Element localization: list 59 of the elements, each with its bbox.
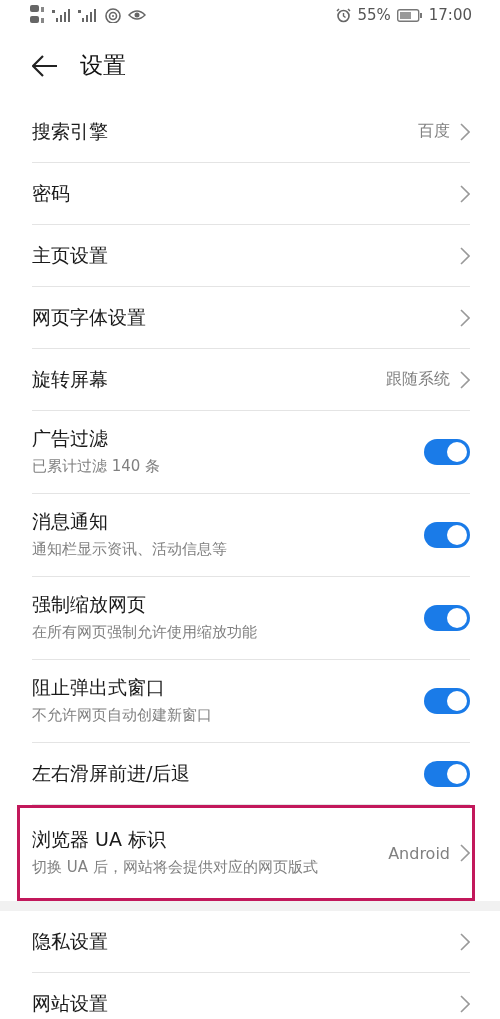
setting-title: 浏览器 UA 标识	[32, 827, 167, 853]
chevron-right-icon	[460, 184, 470, 203]
toggle-switch[interactable]	[424, 522, 470, 548]
chevron-right-icon	[460, 370, 470, 389]
clock-time: 17:00	[428, 6, 472, 24]
setting-title: 强制缩放网页	[32, 592, 147, 618]
battery-percent: 55%	[357, 6, 391, 24]
settings-row[interactable]: 密码	[0, 163, 500, 225]
alarm-clock-icon	[336, 7, 352, 23]
setting-description: 在所有网页强制允许使用缩放功能	[32, 622, 258, 644]
sim-card-icon	[30, 4, 46, 26]
toggle-switch[interactable]	[424, 605, 470, 631]
chevron-right-icon	[460, 844, 470, 862]
setting-title: 主页设置	[32, 242, 109, 268]
setting-title: 网页字体设置	[32, 304, 147, 330]
setting-title: 消息通知	[32, 509, 109, 535]
setting-description: 不允许网页自动创建新窗口	[32, 705, 213, 727]
hotspot-icon	[104, 7, 122, 23]
settings-row[interactable]: 广告过滤 已累计过滤 140 条	[0, 411, 500, 494]
setting-title: 搜索引擎	[32, 118, 109, 144]
eye-icon	[128, 9, 146, 21]
page-title: 设置	[80, 51, 126, 80]
setting-title: 左右滑屏前进/后退	[32, 760, 192, 786]
back-button[interactable]	[32, 54, 58, 77]
chevron-right-icon	[460, 932, 470, 951]
setting-title: 阻止弹出式窗口	[32, 675, 166, 701]
settings-row[interactable]: 搜索引擎 百度	[0, 101, 500, 163]
setting-description: 已累计过滤 140 条	[32, 456, 162, 478]
settings-row[interactable]: 网页字体设置	[0, 287, 500, 349]
setting-title: 网站设置	[32, 990, 109, 1016]
setting-title: 广告过滤	[32, 426, 109, 452]
settings-row[interactable]: 消息通知 通知栏显示资讯、活动信息等	[0, 494, 500, 577]
setting-description: 切换 UA 后，网站将会提供对应的网页版式	[32, 857, 319, 879]
setting-title: 隐私设置	[32, 928, 109, 954]
toggle-switch[interactable]	[424, 439, 470, 465]
chevron-right-icon	[460, 308, 470, 327]
battery-icon	[396, 8, 423, 22]
signal-icon	[78, 8, 98, 22]
settings-row[interactable]: 隐私设置	[0, 911, 500, 973]
chevron-right-icon	[460, 994, 470, 1013]
settings-row[interactable]: 旋转屏幕 跟随系统	[0, 349, 500, 411]
settings-row[interactable]: 阻止弹出式窗口 不允许网页自动创建新窗口	[0, 660, 500, 743]
setting-title: 旋转屏幕	[32, 366, 109, 392]
setting-value: Android	[388, 843, 450, 863]
back-arrow-icon	[32, 54, 58, 77]
setting-value: 百度	[418, 121, 450, 142]
chevron-right-icon	[460, 246, 470, 265]
settings-row[interactable]: 强制缩放网页 在所有网页强制允许使用缩放功能	[0, 577, 500, 660]
settings-row[interactable]: 浏览器 UA 标识 切换 UA 后，网站将会提供对应的网页版式 Android	[0, 805, 500, 901]
settings-row[interactable]: 网站设置	[0, 973, 500, 1019]
settings-row[interactable]: 主页设置	[0, 225, 500, 287]
setting-value: 跟随系统	[386, 369, 450, 390]
settings-row[interactable]: 左右滑屏前进/后退	[0, 743, 500, 805]
setting-title: 密码	[32, 180, 71, 206]
setting-description: 通知栏显示资讯、活动信息等	[32, 539, 228, 561]
toggle-switch[interactable]	[424, 688, 470, 714]
chevron-right-icon	[460, 122, 470, 141]
signal-icon	[52, 8, 72, 22]
toggle-switch[interactable]	[424, 760, 470, 787]
